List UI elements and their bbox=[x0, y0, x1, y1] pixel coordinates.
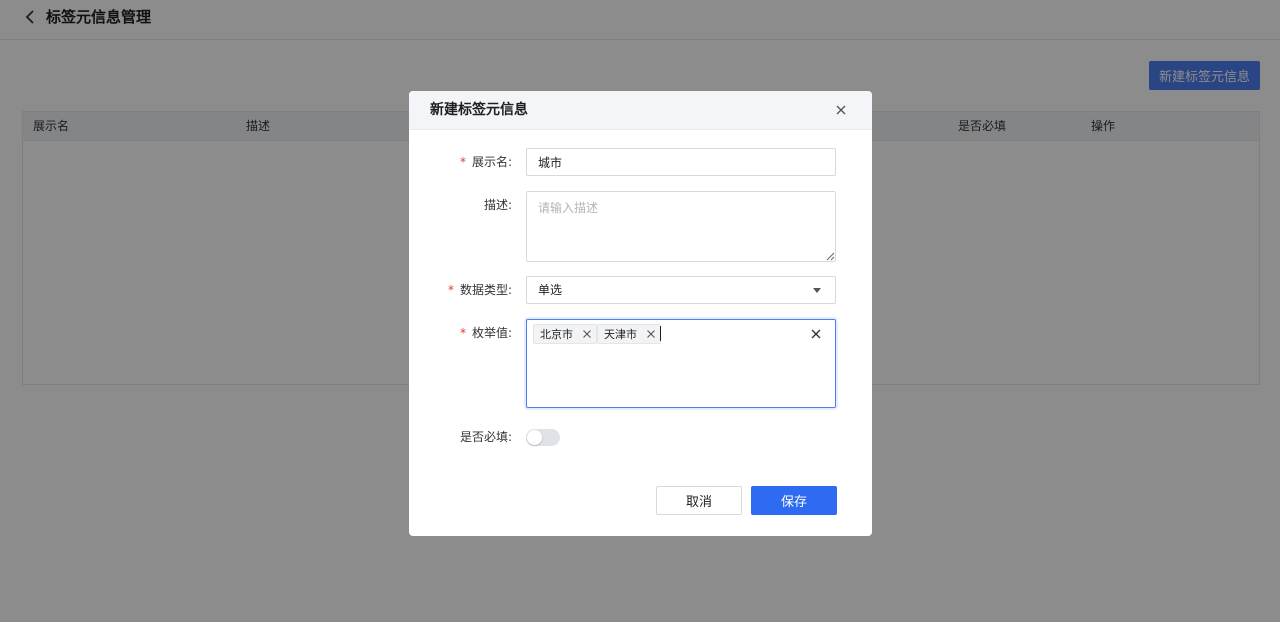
tag-remove-icon[interactable] bbox=[582, 329, 592, 339]
display-name-label: * 展示名: bbox=[459, 155, 512, 169]
caret-down-icon bbox=[813, 288, 821, 293]
tag-remove-icon[interactable] bbox=[646, 329, 656, 339]
description-label: 描述: bbox=[483, 198, 512, 212]
required-mark: * bbox=[459, 155, 466, 169]
cancel-button[interactable]: 取消 bbox=[656, 486, 742, 515]
enum-values-tag-input[interactable]: 北京市 天津市 bbox=[526, 319, 836, 408]
text-caret bbox=[660, 326, 661, 341]
dialog-header: 新建标签元信息 bbox=[409, 91, 872, 130]
enum-tag: 天津市 bbox=[597, 324, 661, 344]
close-icon[interactable] bbox=[834, 103, 848, 117]
enum-tag: 北京市 bbox=[533, 324, 597, 344]
required-mark: * bbox=[447, 283, 454, 297]
display-name-input[interactable] bbox=[526, 148, 836, 176]
required-switch-label: 是否必填: bbox=[459, 430, 512, 444]
required-mark: * bbox=[459, 326, 466, 340]
data-type-select[interactable]: 单选 bbox=[526, 276, 836, 304]
enum-values-label: * 枚举值: bbox=[459, 326, 512, 340]
required-toggle-switch[interactable] bbox=[526, 429, 560, 446]
dialog-title: 新建标签元信息 bbox=[430, 102, 528, 118]
new-tag-meta-dialog: 新建标签元信息 *展示名: 描述: *数据类型: 单选 *枚举值: 北京市 bbox=[409, 91, 872, 536]
resize-grip-icon[interactable] bbox=[826, 252, 835, 261]
description-textarea[interactable] bbox=[526, 191, 836, 262]
switch-knob bbox=[527, 430, 542, 445]
data-type-label: * 数据类型: bbox=[447, 283, 512, 297]
data-type-selected-value: 单选 bbox=[538, 283, 563, 297]
clear-all-icon[interactable] bbox=[811, 329, 821, 339]
save-button[interactable]: 保存 bbox=[751, 486, 837, 515]
